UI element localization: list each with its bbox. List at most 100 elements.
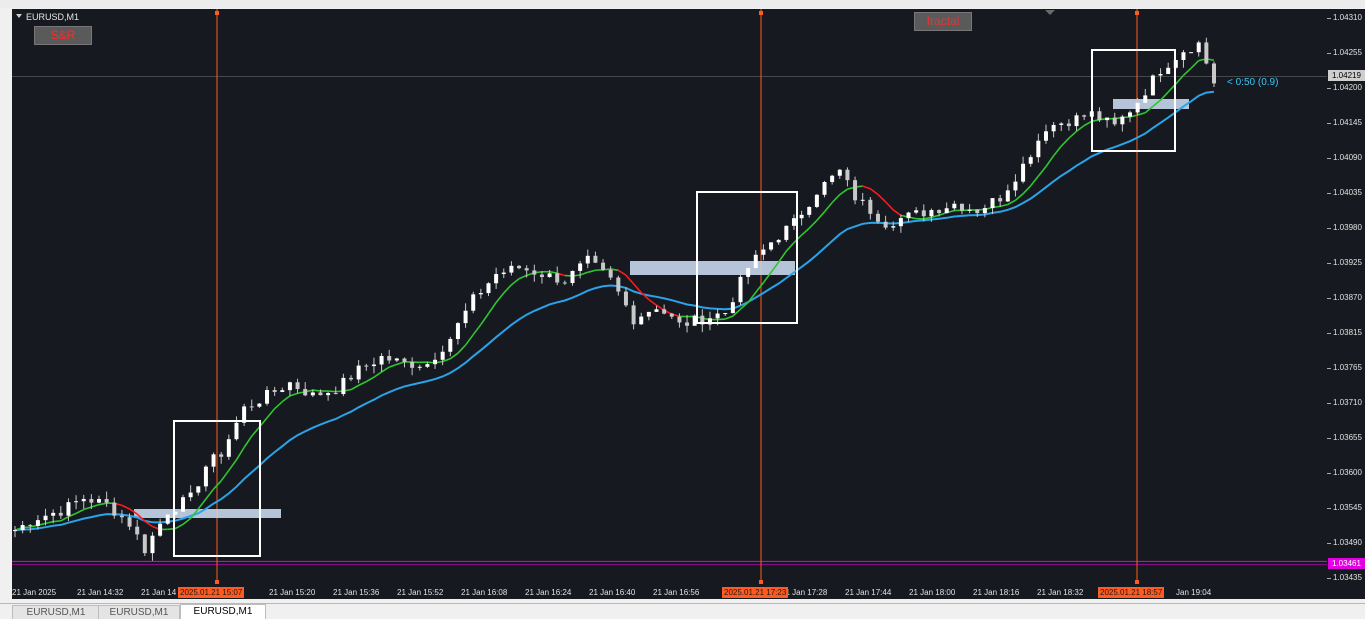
- ma-fast-segment: [374, 372, 382, 377]
- ma-fast-segment: [244, 436, 252, 447]
- sr-button[interactable]: S&R: [34, 26, 92, 45]
- ma-fast-segment: [488, 303, 496, 314]
- highlight-time-label: 2025.01.21 15:07: [178, 587, 244, 598]
- chart-shift-marker-icon[interactable]: [1045, 10, 1055, 15]
- ma-fast-segment: [466, 335, 474, 345]
- candle-body: [227, 439, 231, 457]
- candle-body: [570, 271, 574, 283]
- ma-fast-segment: [1191, 61, 1199, 69]
- candle-body: [517, 266, 521, 268]
- candle-body: [914, 210, 918, 212]
- collapse-triangle-icon[interactable]: [16, 14, 22, 18]
- price-tick-mark: [1327, 438, 1331, 439]
- price-tick-mark: [1327, 298, 1331, 299]
- candle-body: [479, 293, 483, 294]
- ma-fast-segment: [886, 202, 894, 210]
- ma-fast-segment: [389, 364, 397, 367]
- ma-fast-segment: [1176, 75, 1184, 84]
- candle-body: [250, 406, 254, 407]
- ma-fast-segment: [718, 319, 726, 320]
- ma-fast-segment: [53, 521, 61, 522]
- candle-body: [769, 242, 773, 249]
- candle-body: [128, 517, 132, 526]
- chart-tab-active[interactable]: EURUSD,M1: [180, 604, 266, 619]
- candle-body: [685, 322, 689, 325]
- price-tick-label: 1.03490: [1333, 538, 1362, 547]
- candle-body: [815, 195, 819, 207]
- candle-body: [234, 423, 238, 439]
- candle-body: [876, 214, 880, 222]
- price-tick-label: 1.04090: [1333, 153, 1362, 162]
- chart-tab[interactable]: EURUSD,M1: [12, 605, 100, 619]
- ma-fast-segment: [1069, 131, 1077, 138]
- candle-body: [74, 501, 78, 502]
- candle-body: [1113, 118, 1117, 125]
- ma-fast-segment: [450, 353, 458, 359]
- time-tick-label: 21 Jan 16:40: [589, 588, 635, 597]
- candle-body: [578, 263, 582, 270]
- candle-body: [593, 256, 597, 263]
- time-tick-label: 21 Jan 16:24: [525, 588, 571, 597]
- price-tick-mark: [1327, 578, 1331, 579]
- ma-fast-segment: [1183, 68, 1191, 75]
- candle-body: [1204, 42, 1208, 63]
- price-tick-mark: [1327, 88, 1331, 89]
- ma-fast-segment: [878, 194, 886, 201]
- candle-body: [792, 218, 796, 226]
- candle-body: [716, 314, 720, 319]
- ma-fast-segment: [175, 524, 183, 528]
- candle-body: [723, 313, 727, 314]
- candle-body: [1067, 124, 1071, 127]
- candle-body: [601, 263, 605, 270]
- price-tick-mark: [1327, 228, 1331, 229]
- ma-fast-segment: [580, 272, 588, 275]
- ma-fast-segment: [1015, 194, 1023, 201]
- candle-body: [296, 382, 300, 389]
- fractal-button[interactable]: fractal: [914, 12, 972, 31]
- candle-body: [983, 208, 987, 213]
- candle-body: [647, 312, 651, 317]
- ma-slow-line: [15, 92, 1214, 530]
- candle-body: [410, 362, 414, 368]
- candle-body: [777, 240, 781, 242]
- time-tick-label: 21 Jan 18:32: [1037, 588, 1083, 597]
- candle-body: [204, 467, 208, 487]
- ma-fast-segment: [359, 382, 367, 386]
- candle-body: [899, 218, 903, 226]
- candle-body: [739, 277, 743, 302]
- price-tick-mark: [1327, 18, 1331, 19]
- ma-fast-segment: [939, 213, 947, 216]
- candle-body: [731, 302, 735, 313]
- candle-body: [280, 390, 284, 392]
- ma-fast-segment: [236, 448, 244, 460]
- ma-fast-segment: [649, 300, 657, 306]
- candle-body: [1097, 111, 1101, 120]
- ma-fast-segment: [221, 470, 229, 480]
- time-tick-label: 21 Jan 15:36: [333, 588, 379, 597]
- candle-body: [853, 180, 857, 200]
- ma-fast-segment: [1031, 176, 1039, 186]
- candle-body: [922, 210, 926, 216]
- time-marker-handle: [215, 11, 219, 15]
- ma-fast-segment: [229, 460, 237, 471]
- price-tick-mark: [1327, 193, 1331, 194]
- candle-body: [945, 208, 949, 213]
- candle-body: [624, 292, 628, 306]
- ma-fast-segment: [840, 189, 848, 194]
- candle-body: [51, 513, 55, 516]
- chart-area[interactable]: [12, 9, 1327, 584]
- price-tick-mark: [1327, 158, 1331, 159]
- chart-tab[interactable]: EURUSD,M1: [98, 605, 180, 619]
- price-tick-label: 1.04145: [1333, 118, 1362, 127]
- ma-fast-segment: [809, 220, 817, 228]
- candle-body: [349, 378, 353, 380]
- ma-fast-segment: [61, 517, 69, 521]
- symbol-label[interactable]: EURUSD,M1: [16, 12, 79, 22]
- ma-fast-segment: [183, 518, 191, 524]
- time-tick-label: 21 Jan 18:16: [973, 588, 1019, 597]
- candle-body: [143, 534, 147, 553]
- ma-fast-segment: [550, 272, 558, 273]
- ma-fast-segment: [725, 316, 733, 319]
- candle-body: [563, 283, 567, 284]
- candle-body: [265, 390, 269, 404]
